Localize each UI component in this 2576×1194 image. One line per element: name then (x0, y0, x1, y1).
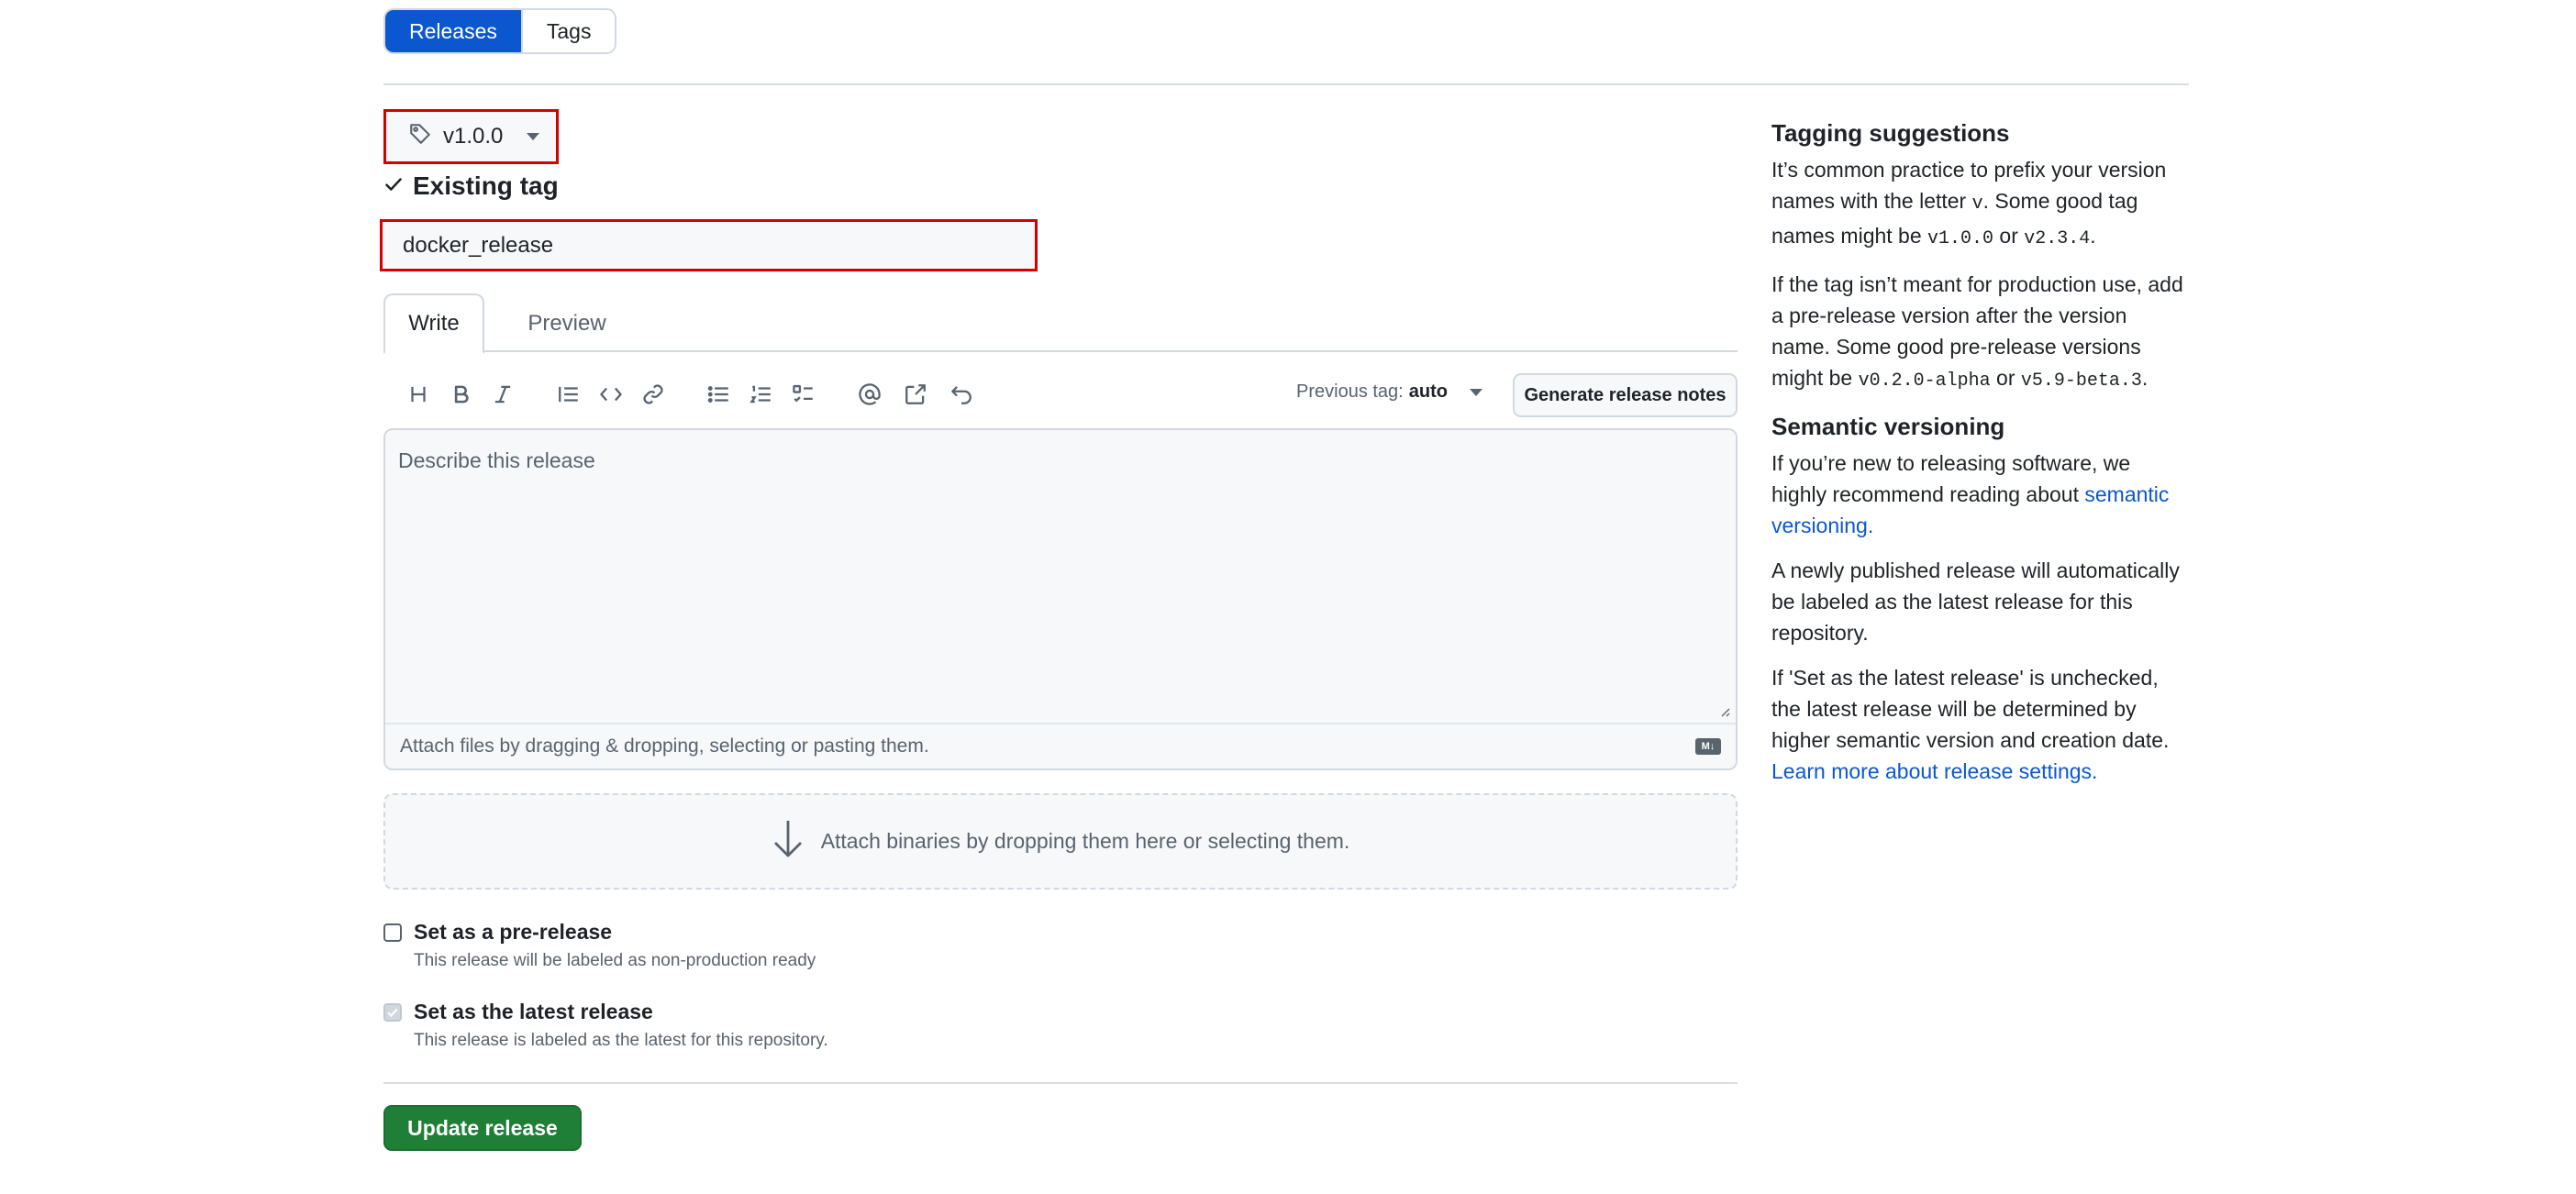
markdown-toolbar: Previous tag: auto Generate release note… (383, 369, 1738, 420)
code: v1.0.0 (1927, 228, 1994, 249)
release-description-editor: Attach files by dragging & dropping, sel… (383, 428, 1738, 770)
divider (383, 1082, 1738, 1084)
text: If you’re new to releasing software, we … (1771, 451, 2131, 506)
latest-release-label[interactable]: Set as the latest release (414, 1000, 653, 1024)
chevron-down-icon (527, 133, 540, 140)
tag-select-value: v1.0.0 (443, 124, 504, 149)
tag-status-label: Existing tag (413, 171, 559, 200)
code: v0.2.0-alpha (1858, 370, 1991, 392)
update-release-button[interactable]: Update release (383, 1105, 582, 1151)
latest-release-checkbox[interactable] (383, 1003, 402, 1022)
release-settings-link[interactable]: Learn more about release settings. (1771, 759, 2097, 783)
semantic-versioning-heading: Semantic versioning (1771, 413, 2005, 440)
bold-icon[interactable] (446, 380, 475, 409)
mention-icon[interactable] (855, 380, 884, 409)
release-description-textarea[interactable] (385, 430, 1736, 724)
code-icon[interactable] (596, 380, 626, 409)
ordered-list-icon[interactable] (747, 380, 776, 409)
resize-handle-icon[interactable] (1717, 704, 1730, 717)
tagging-paragraph-2: If the tag isn’t meant for production us… (1771, 269, 2189, 397)
tag-icon (408, 122, 432, 152)
dropzone-text: Attach binaries by dropping them here or… (820, 829, 1350, 853)
undo-icon[interactable] (947, 380, 976, 409)
releases-tags-switcher: Releases Tags (383, 8, 617, 54)
tag-status: Existing tag (383, 171, 559, 202)
previous-tag-value: auto (1408, 381, 1448, 402)
semver-paragraph-3: If 'Set as the latest release' is unchec… (1771, 662, 2189, 787)
editor-tabs: Write Preview (383, 293, 1738, 354)
text: or (1990, 366, 2021, 390)
tab-tags[interactable]: Tags (520, 10, 616, 52)
text: . (2090, 224, 2096, 248)
semver-paragraph-2: A newly published release will automatic… (1771, 558, 2180, 645)
prerelease-label[interactable]: Set as a pre-release (414, 920, 612, 945)
tab-preview[interactable]: Preview (512, 293, 622, 354)
tab-releases[interactable]: Releases (385, 10, 521, 52)
cross-reference-icon[interactable] (901, 380, 930, 409)
task-list-icon[interactable] (789, 380, 818, 409)
release-title-input[interactable]: docker_release (380, 219, 1038, 271)
tab-write[interactable]: Write (383, 293, 484, 354)
check-icon (387, 1008, 398, 1018)
previous-tag-label: Previous tag: (1296, 381, 1404, 402)
tagging-paragraph-1: It’s common practice to prefix your vers… (1771, 154, 2189, 255)
code: v5.9-beta.3 (2020, 370, 2142, 392)
link-icon[interactable] (638, 380, 668, 409)
italic-icon[interactable] (488, 380, 517, 409)
text: . (2141, 366, 2149, 390)
semver-paragraph-1: If you’re new to releasing software, we … (1771, 448, 2189, 541)
text: If 'Set as the latest release' is unchec… (1771, 666, 2170, 752)
code: v (1971, 193, 1983, 215)
previous-tag-select[interactable]: Previous tag: auto (1296, 381, 1482, 403)
generate-release-notes-button[interactable]: Generate release notes (1513, 373, 1738, 417)
divider (383, 83, 2189, 85)
check-icon (383, 171, 404, 201)
text: or (1993, 224, 2025, 248)
unordered-list-icon[interactable] (705, 380, 734, 409)
prerelease-description: This release will be labeled as non-prod… (414, 951, 816, 970)
tagging-suggestions-heading: Tagging suggestions (1771, 119, 2010, 147)
chevron-down-icon (1469, 388, 1482, 396)
code: v2.3.4 (2024, 228, 2091, 249)
prerelease-checkbox[interactable] (383, 923, 402, 942)
heading-icon[interactable] (404, 380, 433, 409)
sidebar-help: Tagging suggestions It’s common practice… (1771, 117, 2189, 801)
markdown-icon[interactable]: M↓ (1695, 738, 1721, 755)
tag-select-button[interactable]: v1.0.0 (383, 109, 559, 164)
arrow-down-icon (772, 819, 805, 865)
latest-release-description: This release is labeled as the latest fo… (414, 1031, 828, 1050)
quote-icon[interactable] (554, 380, 583, 409)
binaries-dropzone[interactable]: Attach binaries by dropping them here or… (383, 793, 1738, 890)
attach-files-bar[interactable]: Attach files by dragging & dropping, sel… (385, 723, 1736, 768)
attach-files-hint: Attach files by dragging & dropping, sel… (400, 735, 929, 757)
